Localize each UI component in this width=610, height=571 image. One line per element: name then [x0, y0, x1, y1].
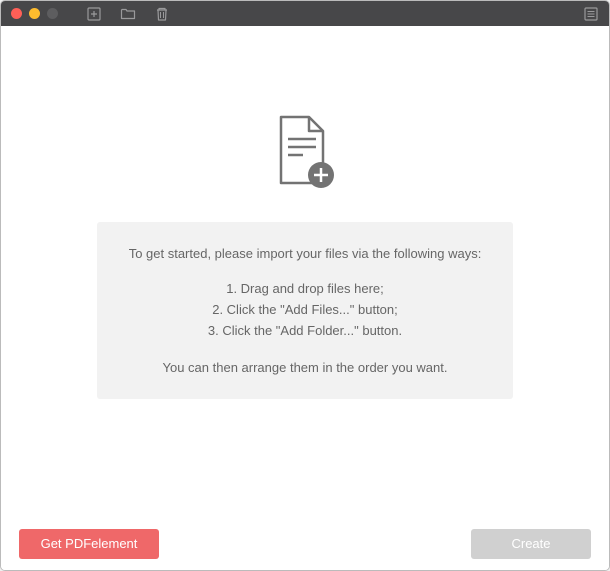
get-pdfelement-button[interactable]: Get PDFelement: [19, 529, 159, 559]
instruction-item: 3. Click the "Add Folder..." button.: [127, 321, 483, 342]
instruction-item: 1. Drag and drop files here;: [127, 279, 483, 300]
instruction-list: 1. Drag and drop files here; 2. Click th…: [127, 279, 483, 341]
instruction-box: To get started, please import your files…: [97, 222, 513, 399]
document-add-icon: [273, 113, 337, 198]
folder-icon[interactable]: [120, 6, 136, 22]
instruction-outro: You can then arrange them in the order y…: [127, 358, 483, 378]
instruction-item: 2. Click the "Add Files..." button;: [127, 300, 483, 321]
create-button: Create: [471, 529, 591, 559]
add-file-icon[interactable]: [86, 6, 102, 22]
minimize-window-button[interactable]: [29, 8, 40, 19]
list-icon[interactable]: [583, 6, 599, 22]
titlebar: [1, 1, 609, 26]
instruction-intro: To get started, please import your files…: [127, 244, 483, 264]
footer: Get PDFelement Create: [1, 516, 609, 570]
toolbar-left: [11, 6, 170, 22]
traffic-lights: [11, 8, 58, 19]
maximize-window-button[interactable]: [47, 8, 58, 19]
app-window: To get started, please import your files…: [0, 0, 610, 571]
toolbar-icons: [86, 6, 170, 22]
close-window-button[interactable]: [11, 8, 22, 19]
trash-icon[interactable]: [154, 6, 170, 22]
content-area[interactable]: To get started, please import your files…: [1, 26, 609, 516]
toolbar-right: [583, 6, 599, 22]
